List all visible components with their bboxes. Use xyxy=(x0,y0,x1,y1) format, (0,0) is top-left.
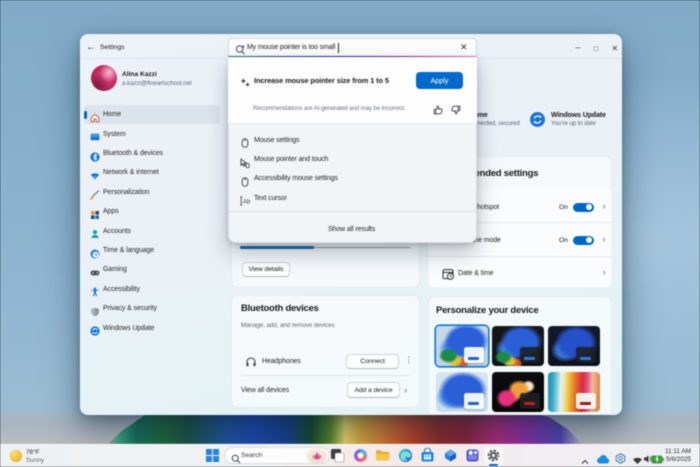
svg-text:Ab: Ab xyxy=(243,200,250,206)
